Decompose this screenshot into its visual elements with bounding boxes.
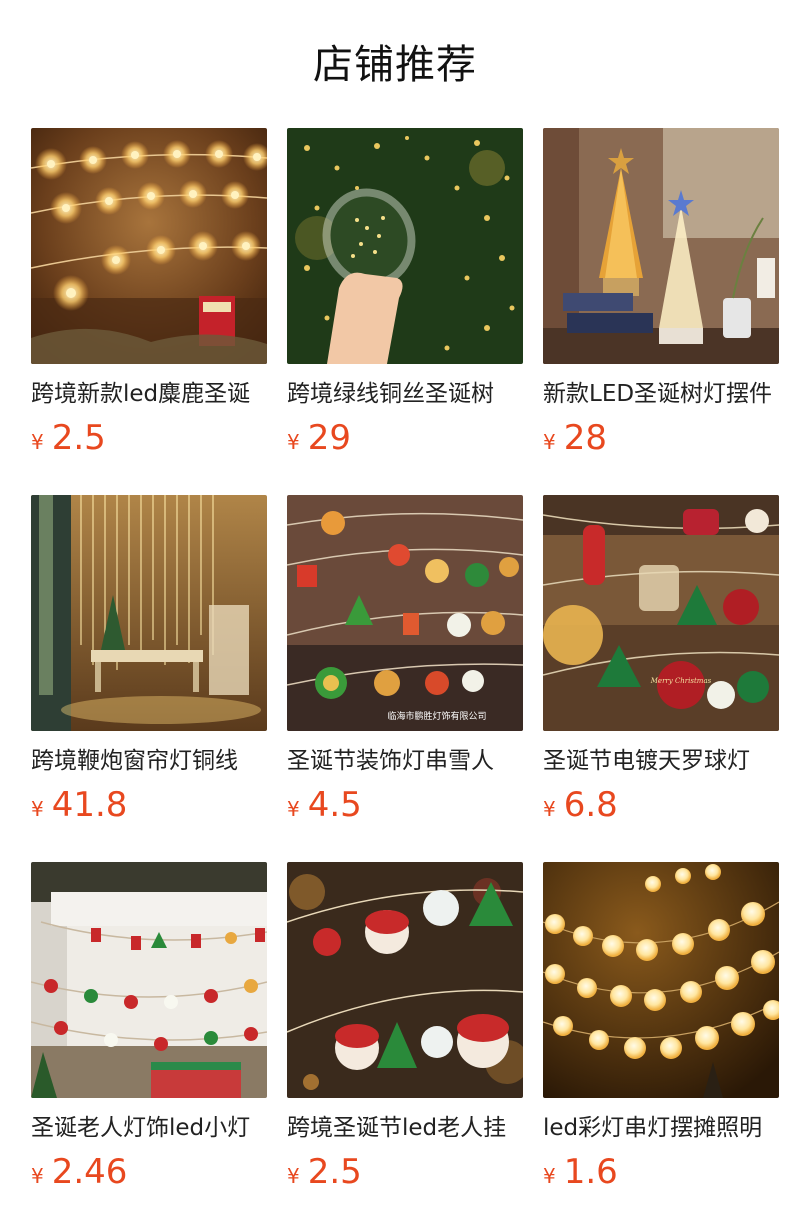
currency-symbol: ¥ (287, 797, 300, 821)
price-value: 4.5 (307, 785, 362, 825)
product-image[interactable] (31, 128, 267, 364)
product-image[interactable] (287, 128, 523, 364)
product-image[interactable] (287, 862, 523, 1098)
product-price: ¥1.6 (543, 1152, 618, 1192)
product-price: ¥2.5 (31, 418, 106, 458)
product-price: ¥2.5 (287, 1152, 362, 1192)
product-image[interactable]: 临海市鹏胜灯饰有限公司 (287, 495, 523, 731)
price-value: 29 (307, 418, 351, 458)
product-price: ¥41.8 (31, 785, 127, 825)
price-value: 2.5 (51, 418, 106, 458)
product-name[interactable]: led彩灯串灯摆摊照明 (543, 1112, 779, 1144)
currency-symbol: ¥ (543, 430, 556, 454)
product-name[interactable]: 新款LED圣诞树灯摆件 (543, 378, 779, 410)
product-price: ¥29 (287, 418, 351, 458)
currency-symbol: ¥ (287, 1164, 300, 1188)
product-name[interactable]: 跨境圣诞节led老人挂 (287, 1112, 523, 1144)
product-price: ¥28 (543, 418, 607, 458)
product-image[interactable] (31, 862, 267, 1098)
price-value: 28 (563, 418, 607, 458)
price-value: 6.8 (563, 785, 618, 825)
product-price: ¥2.46 (31, 1152, 127, 1192)
product-image[interactable] (543, 128, 779, 364)
section-title: 店铺推荐 (313, 42, 477, 88)
currency-symbol: ¥ (31, 797, 44, 821)
currency-symbol: ¥ (287, 430, 300, 454)
currency-symbol: ¥ (543, 1164, 556, 1188)
product-name[interactable]: 圣诞节电镀天罗球灯 (543, 745, 779, 777)
price-value: 1.6 (563, 1152, 618, 1192)
product-image[interactable] (543, 862, 779, 1098)
product-image[interactable]: Merry Christmas (543, 495, 779, 731)
product-price: ¥4.5 (287, 785, 362, 825)
price-value: 2.46 (51, 1152, 128, 1192)
currency-symbol: ¥ (31, 430, 44, 454)
product-name[interactable]: 跨境新款led麋鹿圣诞 (31, 378, 267, 410)
product-price: ¥6.8 (543, 785, 618, 825)
currency-symbol: ¥ (31, 1164, 44, 1188)
product-name[interactable]: 圣诞老人灯饰led小灯 (31, 1112, 267, 1144)
product-image[interactable] (31, 495, 267, 731)
price-value: 41.8 (51, 785, 128, 825)
product-name[interactable]: 跨境鞭炮窗帘灯铜线 (31, 745, 267, 777)
product-name[interactable]: 圣诞节装饰灯串雪人 (287, 745, 523, 777)
currency-symbol: ¥ (543, 797, 556, 821)
svg-text:Merry Christmas: Merry Christmas (650, 677, 712, 685)
price-value: 2.5 (307, 1152, 362, 1192)
svg-text:临海市鹏胜灯饰有限公司: 临海市鹏胜灯饰有限公司 (387, 710, 486, 722)
product-name[interactable]: 跨境绿线铜丝圣诞树 (287, 378, 523, 410)
